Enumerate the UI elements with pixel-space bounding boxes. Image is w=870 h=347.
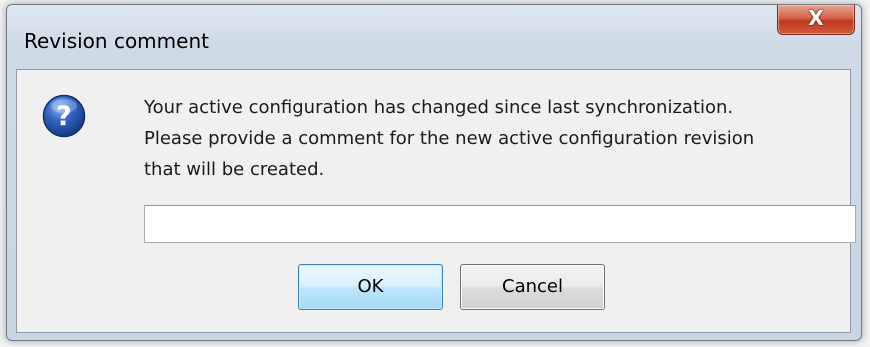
close-button[interactable]: X <box>777 5 855 35</box>
svg-text:?: ? <box>56 101 72 132</box>
comment-input[interactable] <box>144 205 856 243</box>
message-text: Your active configuration has changed si… <box>144 92 844 185</box>
close-icon: X <box>808 6 824 30</box>
message-line: Your active configuration has changed si… <box>144 97 734 118</box>
message-line: that will be created. <box>144 159 325 180</box>
ok-button[interactable]: OK <box>298 264 443 310</box>
dialog-title: Revision comment <box>24 29 209 53</box>
message-line: Please provide a comment for the new act… <box>144 128 755 149</box>
title-bar[interactable]: Revision comment X <box>7 5 861 69</box>
question-icon: ? <box>42 94 86 138</box>
dialog-content: ? Your active configuration has changed … <box>16 69 856 333</box>
revision-comment-dialog: Revision comment X ? Your active configu… <box>6 4 862 341</box>
cancel-button[interactable]: Cancel <box>460 264 605 310</box>
